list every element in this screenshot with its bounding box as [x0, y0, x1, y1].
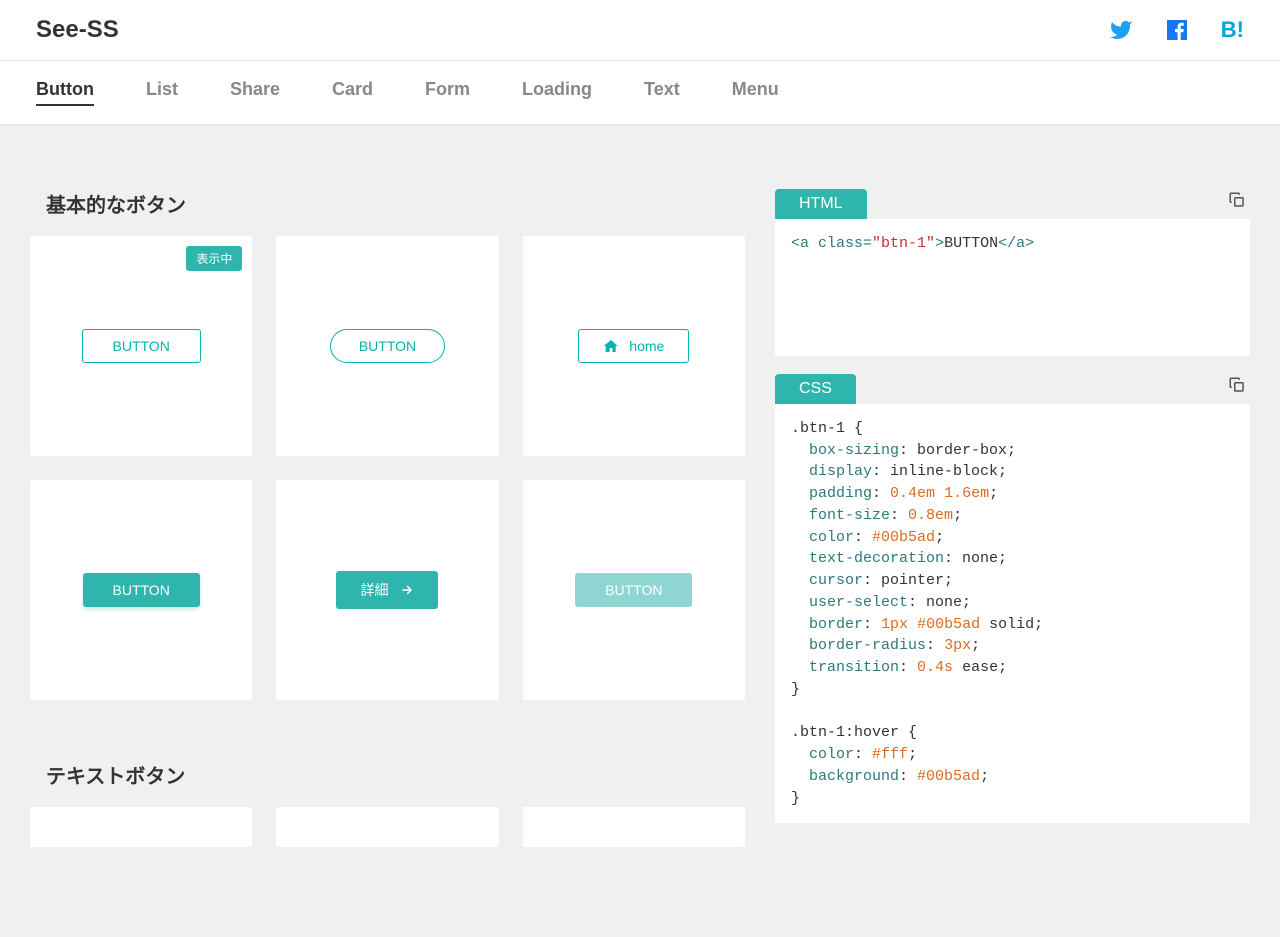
nav-item-card[interactable]: Card [332, 79, 373, 106]
html-code-block: HTML <a class="btn-1">BUTTON</a> [775, 189, 1250, 356]
header: See-SS B! [0, 0, 1280, 61]
nav-item-share[interactable]: Share [230, 79, 280, 106]
example-card[interactable]: BUTTON [30, 480, 252, 700]
button-label: home [629, 338, 664, 354]
button-solid: BUTTON [83, 573, 200, 607]
nav-item-text[interactable]: Text [644, 79, 680, 106]
nav: Button List Share Card Form Loading Text… [0, 61, 1280, 125]
html-tab: HTML [775, 189, 867, 219]
nav-item-menu[interactable]: Menu [732, 79, 779, 106]
button-outline-icon: home [578, 329, 689, 363]
example-card[interactable]: 詳細 [276, 480, 498, 700]
button-outline: BUTTON [82, 329, 201, 363]
social-links: B! [1109, 17, 1244, 43]
nav-item-loading[interactable]: Loading [522, 79, 592, 106]
logo[interactable]: See-SS [36, 16, 119, 44]
button-solid-icon: 詳細 [336, 571, 438, 609]
css-code[interactable]: .btn-1 { box-sizing: border-box; display… [775, 404, 1250, 824]
example-card[interactable] [276, 807, 498, 847]
main: 基本的なボタン 表示中 BUTTON BUTTON home BUTTON 詳細 [0, 125, 1280, 937]
button-solid-light: BUTTON [575, 573, 692, 607]
example-card[interactable] [30, 807, 252, 847]
css-code-block: CSS .btn-1 { box-sizing: border-box; dis… [775, 374, 1250, 824]
example-card[interactable]: BUTTON [276, 236, 498, 456]
facebook-icon[interactable] [1165, 18, 1189, 42]
example-card[interactable]: home [523, 236, 745, 456]
button-outline-round: BUTTON [330, 329, 445, 363]
copy-icon[interactable] [1228, 376, 1246, 394]
home-icon [603, 338, 619, 354]
twitter-icon[interactable] [1109, 18, 1133, 42]
active-badge: 表示中 [186, 246, 242, 271]
hatena-icon[interactable]: B! [1221, 17, 1244, 43]
arrow-right-icon [400, 583, 414, 597]
nav-item-button[interactable]: Button [36, 79, 94, 106]
nav-item-list[interactable]: List [146, 79, 178, 106]
basic-grid: 表示中 BUTTON BUTTON home BUTTON 詳細 [30, 236, 745, 700]
example-card[interactable]: BUTTON [523, 480, 745, 700]
html-code[interactable]: <a class="btn-1">BUTTON</a> [775, 219, 1250, 356]
examples-panel: 基本的なボタン 表示中 BUTTON BUTTON home BUTTON 詳細 [30, 189, 745, 907]
copy-icon[interactable] [1228, 191, 1246, 209]
text-grid [30, 807, 745, 847]
button-label: 詳細 [360, 580, 388, 600]
css-tab: CSS [775, 374, 856, 404]
code-panel: HTML <a class="btn-1">BUTTON</a> CSS .bt… [775, 189, 1250, 907]
section-title-text: テキストボタン [46, 760, 745, 789]
example-card[interactable]: 表示中 BUTTON [30, 236, 252, 456]
nav-item-form[interactable]: Form [425, 79, 470, 106]
example-card[interactable] [523, 807, 745, 847]
section-title-basic: 基本的なボタン [46, 189, 745, 218]
